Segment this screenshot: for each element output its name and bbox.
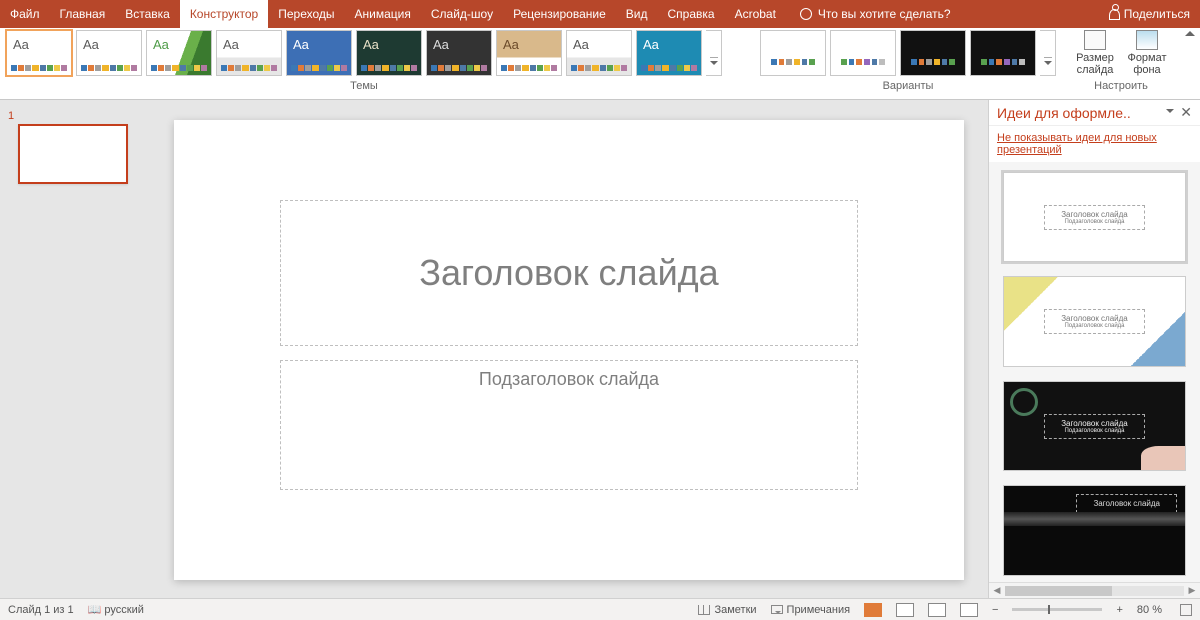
design-ideas-title: Идеи для оформле.. — [997, 105, 1160, 121]
comment-icon — [771, 605, 783, 614]
variant-thumb-0[interactable] — [760, 30, 826, 76]
theme-thumb-9[interactable]: Aa — [636, 30, 702, 76]
menu-tab-главная[interactable]: Главная — [50, 0, 116, 28]
design-ideas-hscrollbar[interactable]: ◀ ▶ — [989, 582, 1200, 598]
design-idea-0[interactable]: Заголовок слайдаПодзаголовок слайда — [1003, 172, 1186, 262]
customize-group: Размер слайда Формат фона Настроить — [1062, 28, 1180, 92]
format-background-button[interactable]: Формат фона — [1122, 30, 1172, 76]
theme-thumb-8[interactable]: Aa — [566, 30, 632, 76]
notes-icon — [698, 605, 710, 615]
status-language[interactable]: 📖 русский — [88, 603, 144, 616]
design-idea-3[interactable]: Заголовок слайда — [1003, 485, 1186, 576]
design-ideas-panel: Идеи для оформле.. ✕ Не показывать идеи … — [988, 100, 1200, 598]
menu-bar: ФайлГлавнаяВставкаКонструкторПереходыАни… — [0, 0, 1200, 28]
subtitle-placeholder[interactable]: Подзаголовок слайда — [280, 360, 858, 490]
sorter-view-button[interactable] — [896, 603, 914, 617]
user-icon — [1109, 9, 1120, 20]
menu-tab-вставка[interactable]: Вставка — [115, 0, 180, 28]
zoom-out-button[interactable]: − — [992, 604, 998, 616]
theme-thumb-6[interactable]: Aa — [426, 30, 492, 76]
menu-tab-файл[interactable]: Файл — [0, 0, 50, 28]
scroll-left-arrow[interactable]: ◀ — [989, 585, 1005, 596]
slide-size-icon — [1084, 30, 1106, 50]
variant-thumb-1[interactable] — [830, 30, 896, 76]
variant-thumb-2[interactable] — [900, 30, 966, 76]
scroll-thumb[interactable] — [1005, 586, 1112, 596]
slide-number-label: 1 — [8, 110, 142, 122]
slide[interactable]: Заголовок слайда Подзаголовок слайда — [174, 120, 964, 580]
menu-tab-переходы[interactable]: Переходы — [268, 0, 344, 28]
zoom-slider[interactable] — [1012, 608, 1102, 611]
menu-tab-справка[interactable]: Справка — [657, 0, 724, 28]
slide-thumbnail-1[interactable] — [18, 124, 128, 184]
scroll-track[interactable] — [1005, 586, 1184, 596]
variants-group: Варианты — [754, 28, 1062, 92]
slide-size-button[interactable]: Размер слайда — [1070, 30, 1120, 76]
title-placeholder[interactable]: Заголовок слайда — [280, 200, 858, 346]
close-panel-button[interactable]: ✕ — [1180, 104, 1192, 121]
menu-tab-рецензирование[interactable]: Рецензирование — [503, 0, 616, 28]
menu-tab-анимация[interactable]: Анимация — [345, 0, 421, 28]
reading-view-button[interactable] — [928, 603, 946, 617]
ribbon: AaAaAaAaAaAaAaAaAaAa Темы Варианты Разме… — [0, 28, 1200, 100]
themes-group: AaAaAaAaAaAaAaAaAaAa Темы — [0, 28, 722, 92]
tell-me-input[interactable]: Что вы хотите сделать? — [790, 0, 961, 28]
menu-tab-конструктор[interactable]: Конструктор — [180, 0, 268, 28]
status-bar: Слайд 1 из 1 📖 русский Заметки Примечани… — [0, 598, 1200, 620]
fit-to-window-button[interactable] — [1180, 604, 1192, 616]
themes-label: Темы — [6, 76, 722, 92]
status-slide-indicator: Слайд 1 из 1 — [8, 604, 74, 616]
theme-thumb-4[interactable]: Aa — [286, 30, 352, 76]
variants-label: Варианты — [760, 76, 1056, 92]
menu-tab-слайд-шоу[interactable]: Слайд-шоу — [421, 0, 503, 28]
scroll-right-arrow[interactable]: ▶ — [1184, 585, 1200, 596]
variants-more-button[interactable] — [1040, 30, 1056, 76]
menu-tab-acrobat[interactable]: Acrobat — [725, 0, 786, 28]
normal-view-button[interactable] — [864, 603, 882, 617]
variant-thumb-3[interactable] — [970, 30, 1036, 76]
theme-thumb-1[interactable]: Aa — [76, 30, 142, 76]
zoom-level[interactable]: 80 % — [1137, 604, 1162, 616]
editor-body: 1 Заголовок слайда Подзаголовок слайда И… — [0, 100, 1200, 598]
slide-canvas-area: Заголовок слайда Подзаголовок слайда — [150, 100, 988, 598]
share-button[interactable]: Поделиться — [1099, 0, 1200, 28]
chevron-down-icon — [710, 61, 718, 69]
lightbulb-icon — [800, 8, 812, 20]
menu-tab-вид[interactable]: Вид — [616, 0, 658, 28]
design-ideas-list[interactable]: Заголовок слайдаПодзаголовок слайда Загол… — [989, 162, 1200, 582]
notes-button[interactable]: Заметки — [698, 604, 756, 616]
panel-menu-dropdown[interactable] — [1166, 109, 1174, 117]
theme-thumb-2[interactable]: Aa — [146, 30, 212, 76]
collapse-ribbon-button[interactable] — [1180, 28, 1200, 44]
design-ideas-disable-link[interactable]: Не показывать идеи для новых презентаций — [989, 126, 1200, 162]
slide-thumbnails-panel[interactable]: 1 — [0, 100, 150, 598]
theme-thumb-3[interactable]: Aa — [216, 30, 282, 76]
theme-thumb-7[interactable]: Aa — [496, 30, 562, 76]
chevron-up-icon — [1185, 26, 1195, 36]
themes-more-button[interactable] — [706, 30, 722, 76]
comments-button[interactable]: Примечания — [771, 604, 851, 616]
format-background-icon — [1136, 30, 1158, 50]
slideshow-view-button[interactable] — [960, 603, 978, 617]
design-idea-1[interactable]: Заголовок слайдаПодзаголовок слайда — [1003, 276, 1186, 366]
zoom-in-button[interactable]: + — [1116, 604, 1122, 616]
theme-thumb-0[interactable]: Aa — [6, 30, 72, 76]
customize-label: Настроить — [1094, 76, 1148, 92]
chevron-down-icon — [1044, 61, 1052, 69]
theme-thumb-5[interactable]: Aa — [356, 30, 422, 76]
design-idea-2[interactable]: Заголовок слайдаПодзаголовок слайда — [1003, 381, 1186, 471]
design-ideas-header: Идеи для оформле.. ✕ — [989, 100, 1200, 126]
